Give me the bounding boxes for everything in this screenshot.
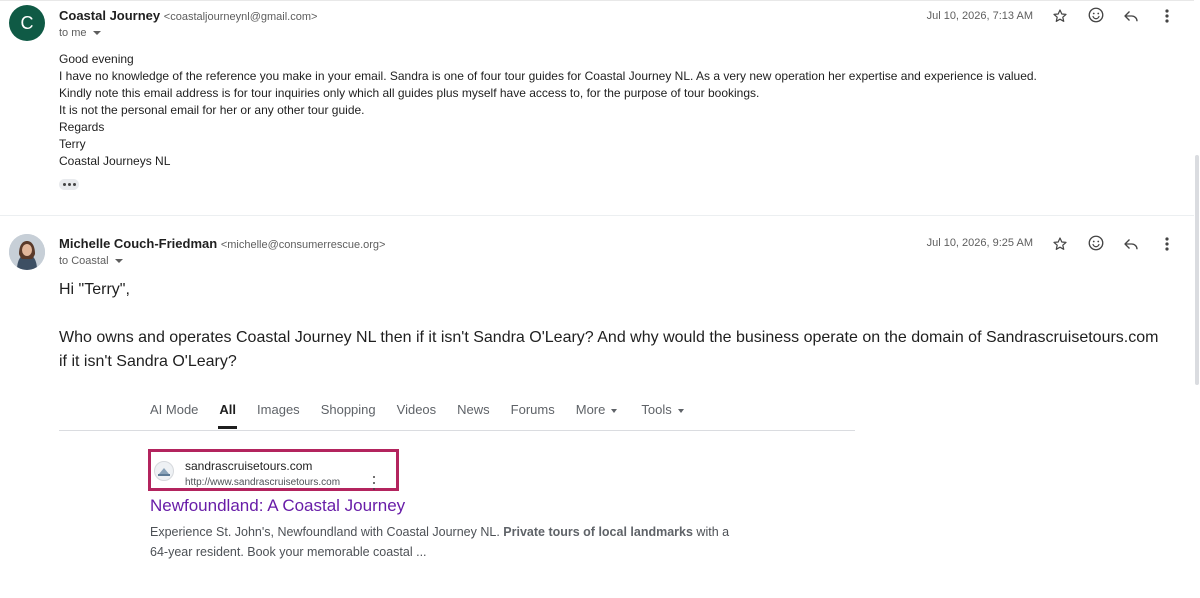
tab-shopping[interactable]: Shopping <box>321 402 376 417</box>
body-line: Regards <box>59 120 105 134</box>
chevron-down-icon[interactable] <box>92 31 101 35</box>
site-favicon-icon <box>154 461 174 481</box>
star-icon[interactable] <box>1049 5 1071 27</box>
reply-icon[interactable] <box>1120 5 1142 27</box>
chevron-down-icon <box>611 408 618 413</box>
tab-all[interactable]: All <box>218 402 237 429</box>
recipient-toggle[interactable]: to me <box>59 27 101 39</box>
chevron-down-icon[interactable] <box>114 259 123 263</box>
result-snippet: Experience St. John's, Newfoundland with… <box>150 522 750 562</box>
tabs-divider <box>59 430 855 431</box>
recipient-toggle[interactable]: to Coastal <box>59 255 123 267</box>
email-date: Jul 10, 2026, 9:25 AM <box>926 237 1033 249</box>
tab-news[interactable]: News <box>457 402 490 417</box>
sender-name[interactable]: Coastal Journey <box>59 8 160 23</box>
search-tabs: AI Mode All Images Shopping Videos News … <box>150 402 684 429</box>
email-paragraph-line: Who owns and operates Coastal Journey NL… <box>59 329 1159 346</box>
sender-email: <michelle@consumerrescue.org> <box>220 239 386 251</box>
scrollbar-thumb[interactable] <box>1195 155 1199 385</box>
tab-more[interactable]: More <box>576 402 618 417</box>
avatar[interactable]: C <box>9 5 45 41</box>
sender: Michelle Couch-Friedman <michelle@consum… <box>59 236 385 251</box>
tab-more-label: More <box>575 402 606 417</box>
result-site-url[interactable]: http://www.sandrascruisetours.com <box>185 477 340 488</box>
avatar[interactable] <box>9 234 45 270</box>
reply-icon[interactable] <box>1120 233 1142 255</box>
sender-email: <coastaljourneynl@gmail.com> <box>163 11 318 23</box>
sender: Coastal Journey <coastaljourneynl@gmail.… <box>59 8 317 23</box>
top-border <box>0 0 1200 1</box>
body-line: Good evening <box>59 52 134 66</box>
body-line: Terry <box>59 137 86 151</box>
result-title-link[interactable]: Newfoundland: A Coastal Journey <box>150 496 405 516</box>
show-trimmed-content-button[interactable] <box>59 179 79 190</box>
scrollbar-track[interactable] <box>1194 0 1200 598</box>
body-line: Kindly note this email address is for to… <box>59 86 760 100</box>
emoji-icon[interactable] <box>1085 4 1107 26</box>
recipient-label: to Coastal <box>59 255 109 267</box>
body-line: Coastal Journeys NL <box>59 154 171 168</box>
tab-images[interactable]: Images <box>257 402 300 417</box>
more-vert-icon[interactable] <box>1156 5 1178 27</box>
email-date: Jul 10, 2026, 7:13 AM <box>926 10 1033 22</box>
body-line: I have no knowledge of the reference you… <box>59 69 1037 83</box>
result-site-name[interactable]: sandrascruisetours.com <box>185 459 312 473</box>
tab-tools-label: Tools <box>641 402 672 417</box>
star-icon[interactable] <box>1049 233 1071 255</box>
recipient-label: to me <box>59 27 87 39</box>
more-vert-icon[interactable] <box>1156 233 1178 255</box>
body-line: It is not the personal email for her or … <box>59 103 365 117</box>
tab-forums[interactable]: Forums <box>511 402 555 417</box>
tab-ai-mode[interactable]: AI Mode <box>150 402 198 417</box>
emoji-icon[interactable] <box>1085 232 1107 254</box>
snippet-bold-text: Private tours of local landmarks <box>503 525 693 539</box>
email-body: Good evening I have no knowledge of the … <box>59 51 1037 170</box>
tab-tools[interactable]: Tools <box>641 402 684 417</box>
tab-videos[interactable]: Videos <box>397 402 437 417</box>
email-greeting: Hi "Terry", <box>59 281 130 298</box>
more-vert-icon[interactable] <box>371 476 377 490</box>
email-paragraph-line: if it isn't Sandra O'Leary? <box>59 353 237 370</box>
sender-name[interactable]: Michelle Couch-Friedman <box>59 236 217 251</box>
chevron-down-icon <box>677 408 684 413</box>
snippet-text: Experience St. John's, Newfoundland with… <box>150 525 504 539</box>
divider <box>0 215 1194 216</box>
